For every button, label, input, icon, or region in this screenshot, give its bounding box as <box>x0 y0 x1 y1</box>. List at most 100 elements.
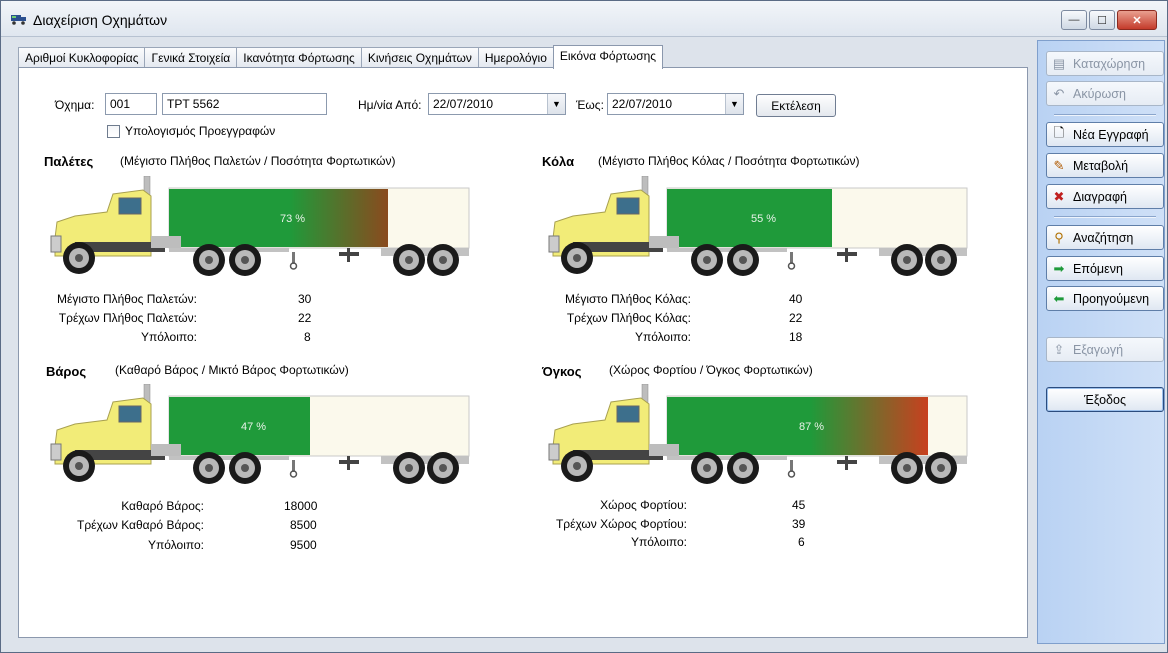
volume-title: Όγκος <box>542 364 582 379</box>
date-from-field[interactable]: 22/07/2010 ▼ <box>428 93 566 115</box>
chevron-down-icon[interactable]: ▼ <box>725 94 743 114</box>
wheel <box>925 244 957 276</box>
save-button[interactable]: ▤ Καταχώρηση <box>1046 51 1164 76</box>
tab-vehicle-movements[interactable]: Κινήσεις Οχημάτων <box>360 47 479 68</box>
precalc-label: Υπολογισμός Προεγγραφών <box>125 124 276 138</box>
edit-icon: ✎ <box>1053 157 1065 173</box>
truck-app-icon <box>11 15 26 25</box>
parcels-remaining-value: 18 <box>789 330 803 344</box>
grille <box>50 443 62 461</box>
date-to-field[interactable]: 22/07/2010 ▼ <box>607 93 744 115</box>
execute-button[interactable]: Εκτέλεση <box>756 94 836 117</box>
volume-truck-gauge: 87 % <box>545 383 975 488</box>
pallets-subtitle: (Μέγιστο Πλήθος Παλετών / Ποσότητα Φορτω… <box>120 154 396 168</box>
wheel <box>229 452 261 484</box>
parcels-current-value: 22 <box>789 311 803 325</box>
wheel <box>727 452 759 484</box>
tab-general-info[interactable]: Γενικά Στοιχεία <box>144 47 238 68</box>
volume-space-label: Χώρος Φορτίου: <box>600 498 687 512</box>
vehicle-plate-input[interactable]: ΤΡΤ 5562 <box>162 93 327 115</box>
weight-remaining-value: 9500 <box>290 538 317 552</box>
weight-title: Βάρος <box>46 364 87 379</box>
arrow-right-icon: ➡ <box>1053 260 1065 276</box>
wheel <box>691 452 723 484</box>
precalc-checkbox[interactable] <box>107 125 120 138</box>
exit-button[interactable]: Έξοδος <box>1046 387 1164 412</box>
save-label: Καταχώρηση <box>1073 56 1146 71</box>
cancel-button[interactable]: ↶ Ακύρωση <box>1046 81 1164 106</box>
title-bar: Διαχείριση Οχημάτων — ☐ ✕ <box>1 1 1167 37</box>
tab-registration-numbers[interactable]: Αριθμοί Κυκλοφορίας <box>18 47 146 68</box>
wheel <box>891 452 923 484</box>
new-record-button[interactable]: 🗋 Νέα Εγγραφή <box>1046 122 1164 147</box>
date-to-value: 22/07/2010 <box>612 97 673 111</box>
separator <box>1054 114 1156 116</box>
export-label: Εξαγωγή <box>1073 342 1124 357</box>
trailer-frame <box>667 248 787 252</box>
wheel <box>63 242 95 274</box>
weight-net-label: Καθαρό Βάρος: <box>121 499 204 513</box>
cab-window <box>616 405 640 423</box>
minimize-button[interactable]: — <box>1061 10 1087 30</box>
wheel <box>393 452 425 484</box>
date-from-value: 22/07/2010 <box>433 97 494 111</box>
weight-truck-gauge: 47 % <box>47 383 477 488</box>
landing-gear <box>292 460 295 472</box>
grille <box>548 235 560 253</box>
load-fill-bar <box>169 189 388 247</box>
pallets-truck-svg: 73 % <box>50 175 470 276</box>
load-fill-bar <box>667 189 832 247</box>
pallets-title: Παλέτες <box>44 154 94 169</box>
wheel <box>229 244 261 276</box>
wheel <box>393 244 425 276</box>
volume-current-value: 39 <box>792 517 806 531</box>
volume-current-label: Τρέχων Χώρος Φορτίου: <box>555 517 687 531</box>
export-button[interactable]: ⇪ Εξαγωγή <box>1046 337 1164 362</box>
search-button[interactable]: ⚲ Αναζήτηση <box>1046 225 1164 250</box>
wheel <box>691 244 723 276</box>
window-title: Διαχείριση Οχημάτων <box>33 12 168 28</box>
weight-net-value: 18000 <box>284 499 318 513</box>
load-percent-label: 73 % <box>280 213 305 225</box>
edit-button[interactable]: ✎ Μεταβολή <box>1046 153 1164 178</box>
close-button[interactable]: ✕ <box>1117 10 1157 30</box>
mudflap <box>347 456 350 470</box>
tab-strip: Αριθμοί Κυκλοφορίας Γενικά Στοιχεία Ικαν… <box>18 45 664 69</box>
date-from-label: Ημ/νία Από: <box>358 98 422 112</box>
landing-gear <box>292 252 295 264</box>
wheel <box>925 452 957 484</box>
wheel <box>727 244 759 276</box>
previous-label: Προηγούμενη <box>1073 291 1150 306</box>
volume-subtitle: (Χώρος Φορτίου / Όγκος Φορτωτικών) <box>609 363 813 377</box>
chevron-down-icon[interactable]: ▼ <box>547 94 565 114</box>
vehicle-code-input[interactable]: 001 <box>105 93 157 115</box>
next-button[interactable]: ➡ Επόμενη <box>1046 256 1164 281</box>
fifth-wheel <box>151 444 181 456</box>
delete-icon: ✖ <box>1053 188 1065 204</box>
new-record-label: Νέα Εγγραφή <box>1073 127 1149 142</box>
landing-gear <box>790 460 793 472</box>
volume-remaining-value: 6 <box>798 535 805 549</box>
vehicle-label: Όχημα: <box>55 98 95 112</box>
previous-button[interactable]: ⬅ Προηγούμενη <box>1046 286 1164 311</box>
mudflap <box>845 248 848 262</box>
window-controls: — ☐ ✕ <box>1061 10 1157 30</box>
parcels-subtitle: (Μέγιστο Πλήθος Κόλας / Ποσότητα Φορτωτι… <box>598 154 860 168</box>
wheel <box>427 244 459 276</box>
maximize-button[interactable]: ☐ <box>1089 10 1115 30</box>
tab-loading-capacity[interactable]: Ικανότητα Φόρτωσης <box>236 47 362 68</box>
delete-button[interactable]: ✖ Διαγραφή <box>1046 184 1164 209</box>
trailer-frame <box>169 248 289 252</box>
load-percent-label: 47 % <box>241 421 266 433</box>
delete-label: Διαγραφή <box>1073 189 1127 204</box>
pallets-current-value: 22 <box>298 311 312 325</box>
parcels-truck-svg: 55 % <box>548 175 968 276</box>
parcels-current-label: Τρέχων Πλήθος Κόλας: <box>566 311 691 325</box>
separator <box>1054 216 1156 218</box>
weight-current-label: Τρέχων Καθαρό Βάρος: <box>77 518 204 532</box>
parcels-max-value: 40 <box>789 292 803 306</box>
pallets-max-label: Μέγιστο Πλήθος Παλετών: <box>56 292 197 306</box>
new-document-icon: 🗋 <box>1053 124 1065 140</box>
tab-loading-picture[interactable]: Εικόνα Φόρτωσης <box>552 45 664 69</box>
tab-calendar[interactable]: Ημερολόγιο <box>477 47 554 68</box>
